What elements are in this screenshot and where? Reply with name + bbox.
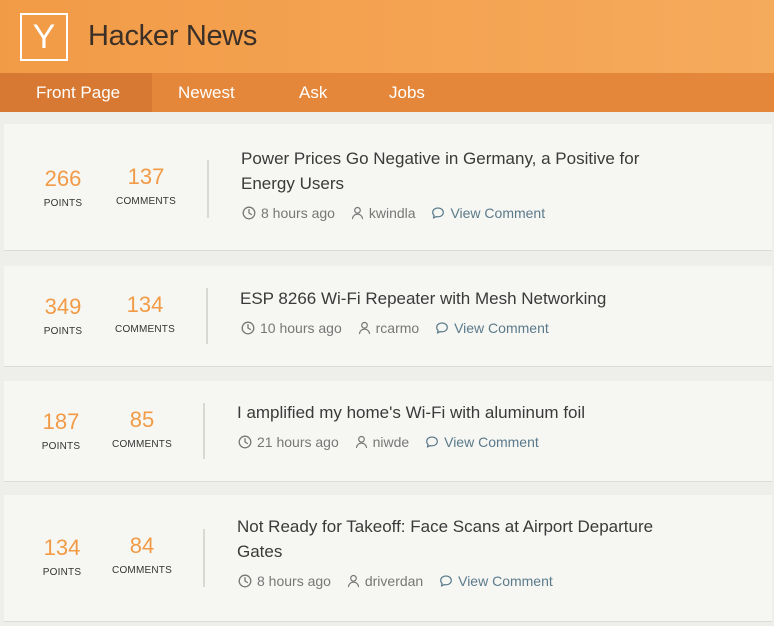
divider	[206, 288, 208, 344]
comments-value: 84	[129, 533, 155, 558]
age-text: 10 hours ago	[260, 320, 342, 336]
points-label: POINTS	[41, 441, 81, 452]
story-card: 349 POINTS 134 COMMENTS ESP 8266 Wi-Fi R…	[4, 266, 772, 366]
view-comment-link[interactable]: View Comment	[439, 573, 553, 589]
divider	[203, 529, 205, 587]
view-comment-link[interactable]: View Comment	[435, 320, 549, 336]
comment-bubble-icon	[432, 207, 445, 219]
story-card: 134 POINTS 84 COMMENTS Not Ready for Tak…	[4, 495, 772, 621]
tab-ask[interactable]: Ask	[299, 73, 327, 112]
user-text: kwindla	[368, 205, 416, 221]
view-comment-text: View Comment	[454, 320, 549, 336]
story-card: 187 POINTS 85 COMMENTS I amplified my ho…	[4, 381, 772, 481]
view-comment-text: View Comment	[444, 434, 539, 450]
points-value: 187	[42, 409, 80, 434]
app-title[interactable]: Hacker News	[88, 20, 257, 53]
story-user[interactable]: kwindla	[351, 205, 420, 221]
app-window: Y Hacker News Front Page Newest Ask Jobs…	[0, 0, 774, 626]
clock-icon	[238, 574, 252, 588]
divider	[203, 403, 205, 459]
comments-value: 85	[129, 407, 155, 432]
points-stat: 134 POINTS	[30, 535, 94, 578]
view-comment-text: View Comment	[458, 573, 553, 589]
user-icon	[355, 435, 367, 449]
story-age: 8 hours ago	[242, 205, 339, 221]
points-stat: 349 POINTS	[31, 294, 95, 337]
story-age: 10 hours ago	[241, 320, 346, 336]
points-label: POINTS	[43, 326, 83, 337]
points-stat: 187 POINTS	[29, 409, 93, 452]
points-label: POINTS	[43, 198, 83, 209]
story-meta: 21 hours ago niwde View Comment	[238, 433, 539, 451]
comment-bubble-icon	[440, 575, 453, 587]
tab-jobs[interactable]: Jobs	[389, 73, 425, 112]
nav-bar: Front Page Newest Ask Jobs	[0, 73, 774, 112]
comment-bubble-icon	[436, 322, 448, 334]
story-age: 8 hours ago	[238, 573, 335, 589]
user-text: niwde	[372, 434, 410, 450]
points-value: 349	[44, 294, 82, 319]
hn-logo[interactable]: Y	[20, 13, 68, 61]
comments-stat[interactable]: 85 COMMENTS	[104, 407, 180, 450]
divider	[207, 160, 209, 218]
user-text: rcarmo	[375, 320, 420, 336]
story-user[interactable]: driverdan	[347, 573, 427, 589]
comment-bubble-icon	[426, 436, 439, 448]
view-comment-link[interactable]: View Comment	[425, 434, 539, 450]
view-comment-text: View Comment	[450, 205, 546, 221]
story-meta: 8 hours ago kwindla View Comment	[242, 204, 545, 222]
comments-value: 134	[126, 292, 164, 317]
points-stat: 266 POINTS	[31, 166, 95, 209]
comments-label: COMMENTS	[112, 439, 172, 450]
points-value: 266	[44, 166, 82, 191]
age-text: 21 hours ago	[257, 434, 339, 450]
story-title[interactable]: Power Prices Go Negative in Germany, a P…	[241, 146, 671, 196]
age-text: 8 hours ago	[257, 573, 331, 589]
comments-label: COMMENTS	[116, 196, 176, 207]
tab-front-page[interactable]: Front Page	[0, 73, 153, 112]
story-title[interactable]: I amplified my home's Wi-Fi with aluminu…	[237, 400, 667, 425]
view-comment-link[interactable]: View Comment	[431, 205, 545, 221]
clock-icon	[242, 206, 256, 220]
story-meta: 10 hours ago rcarmo View Comment	[241, 319, 549, 337]
story-card: 266 POINTS 137 COMMENTS Power Prices Go …	[4, 124, 772, 250]
comments-stat[interactable]: 134 COMMENTS	[107, 292, 183, 335]
age-text: 8 hours ago	[261, 205, 335, 221]
comments-stat[interactable]: 84 COMMENTS	[104, 533, 180, 576]
story-user[interactable]: niwde	[355, 434, 413, 450]
story-title[interactable]: ESP 8266 Wi-Fi Repeater with Mesh Networ…	[240, 286, 670, 311]
story-user[interactable]: rcarmo	[358, 320, 423, 336]
comments-value: 137	[127, 164, 165, 189]
story-age: 21 hours ago	[238, 434, 343, 450]
user-icon	[358, 321, 370, 335]
tab-newest[interactable]: Newest	[178, 73, 235, 112]
user-text: driverdan	[364, 573, 424, 589]
comments-stat[interactable]: 137 COMMENTS	[108, 164, 184, 207]
user-icon	[347, 574, 359, 588]
clock-icon	[238, 435, 252, 449]
story-meta: 8 hours ago driverdan View Comment	[238, 572, 553, 590]
points-label: POINTS	[42, 567, 82, 578]
comments-label: COMMENTS	[112, 565, 172, 576]
user-icon	[351, 206, 363, 220]
points-value: 134	[43, 535, 81, 560]
header-bar: Y Hacker News	[0, 0, 774, 73]
comments-label: COMMENTS	[115, 324, 175, 335]
clock-icon	[241, 321, 255, 335]
story-title[interactable]: Not Ready for Takeoff: Face Scans at Air…	[237, 514, 667, 564]
